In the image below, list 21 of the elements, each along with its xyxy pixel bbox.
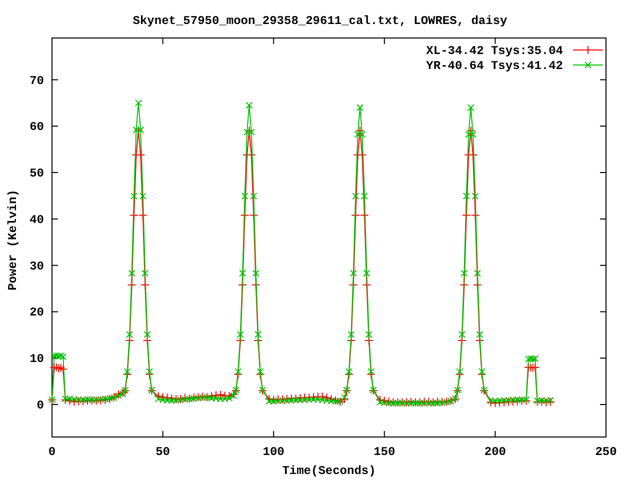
y-axis-title: Power (Kelvin) [6, 190, 20, 290]
x-tick-label: 0 [48, 445, 56, 459]
x-axis-title: Time(Seconds) [282, 464, 376, 478]
y-tick-label: 40 [30, 212, 44, 227]
x-tick-label: 100 [262, 445, 284, 459]
chart-title: Skynet_57950_moon_29358_29611_cal.txt, LOWRES, daisy [132, 14, 508, 28]
y-tick-label: 0 [36, 398, 44, 413]
y-tick-label: 30 [30, 259, 44, 274]
x-tick-label: 50 [156, 445, 170, 459]
y-tick-label: 20 [30, 306, 44, 320]
legend-line-icon [572, 62, 604, 68]
y-tick-label: 50 [30, 166, 44, 181]
legend-label: XL-34.42 Tsys:35.04 [426, 44, 563, 58]
y-tick-label: 60 [30, 120, 44, 134]
y-tick-label: 10 [30, 352, 44, 366]
x-tick-label: 250 [595, 445, 617, 459]
y-tick-label: 70 [30, 74, 44, 88]
legend-line-icon [572, 46, 604, 54]
legend-label: YR-40.64 Tsys:41.42 [426, 59, 563, 73]
x-tick-label: 150 [374, 445, 396, 459]
x-tick-label: 200 [484, 445, 506, 459]
